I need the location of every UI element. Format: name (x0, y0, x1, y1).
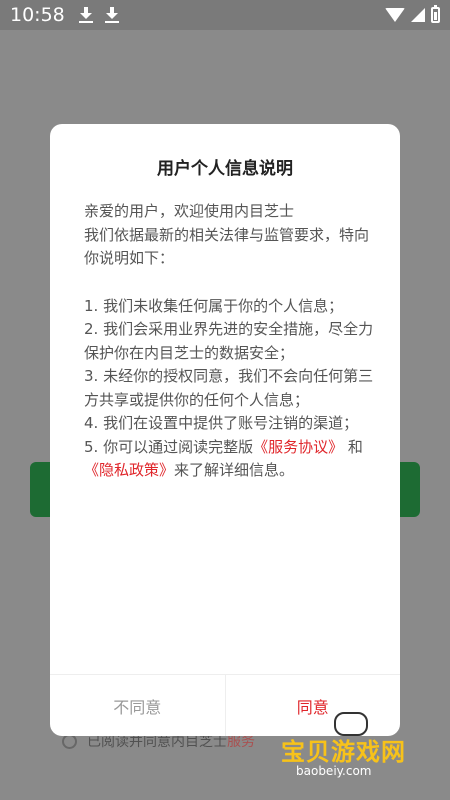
item5-suffix: 来了解详细信息。 (174, 461, 295, 479)
privacy-policy-link[interactable]: 《隐私政策》 (84, 461, 174, 479)
policy-item: 4. 我们在设置中提供了账号注销的渠道； (84, 414, 359, 432)
status-time: 10:58 (10, 4, 65, 26)
watermark: 宝贝游戏网 baobeiy.com (281, 704, 446, 784)
dialog-title: 用户个人信息说明 (157, 159, 293, 179)
service-agreement-link[interactable]: 《服务协议》 (253, 438, 343, 456)
item5-and: 和 (343, 437, 363, 456)
disagree-button[interactable]: 不同意 (50, 675, 226, 736)
privacy-dialog: 用户个人信息说明 亲爱的用户，欢迎使用内目芝士 我们依据最新的相关法律与监管要求… (50, 124, 400, 736)
intro-line: 我们依据最新的相关法律与监管要求，特向你说明如下： (84, 225, 370, 268)
policy-item: 5. 你可以通过阅读完整版《服务协议》 和 《隐私政策》来了解详细信息。 (84, 436, 374, 483)
watermark-url: baobeiy.com (296, 764, 372, 778)
item5-prefix: 5. 你可以通过阅读完整版 (84, 437, 254, 456)
status-indicators (385, 5, 440, 23)
policy-item: 3. 未经你的授权同意，我们不会向任何第三方共享或提供你的任何个人信息； (84, 367, 374, 409)
download-icon (104, 7, 119, 23)
battery-icon (431, 5, 440, 23)
policy-item: 2. 我们会采用业界先进的安全措施，尽全力保护你在内目芝士的数据安全； (84, 320, 374, 362)
policy-item: 1. 我们未收集任何属于你的个人信息； (84, 296, 344, 315)
wifi-icon (385, 8, 405, 22)
signal-icon (411, 8, 425, 22)
download-icon (78, 7, 93, 23)
intro-line: 亲爱的用户，欢迎使用内目芝士 (84, 202, 295, 220)
status-bar: 10:58 (0, 0, 450, 30)
dialog-body: 亲爱的用户，欢迎使用内目芝士 我们依据最新的相关法律与监管要求，特向你说明如下：… (84, 200, 374, 483)
watermark-text: 宝贝游戏网 (281, 738, 406, 766)
